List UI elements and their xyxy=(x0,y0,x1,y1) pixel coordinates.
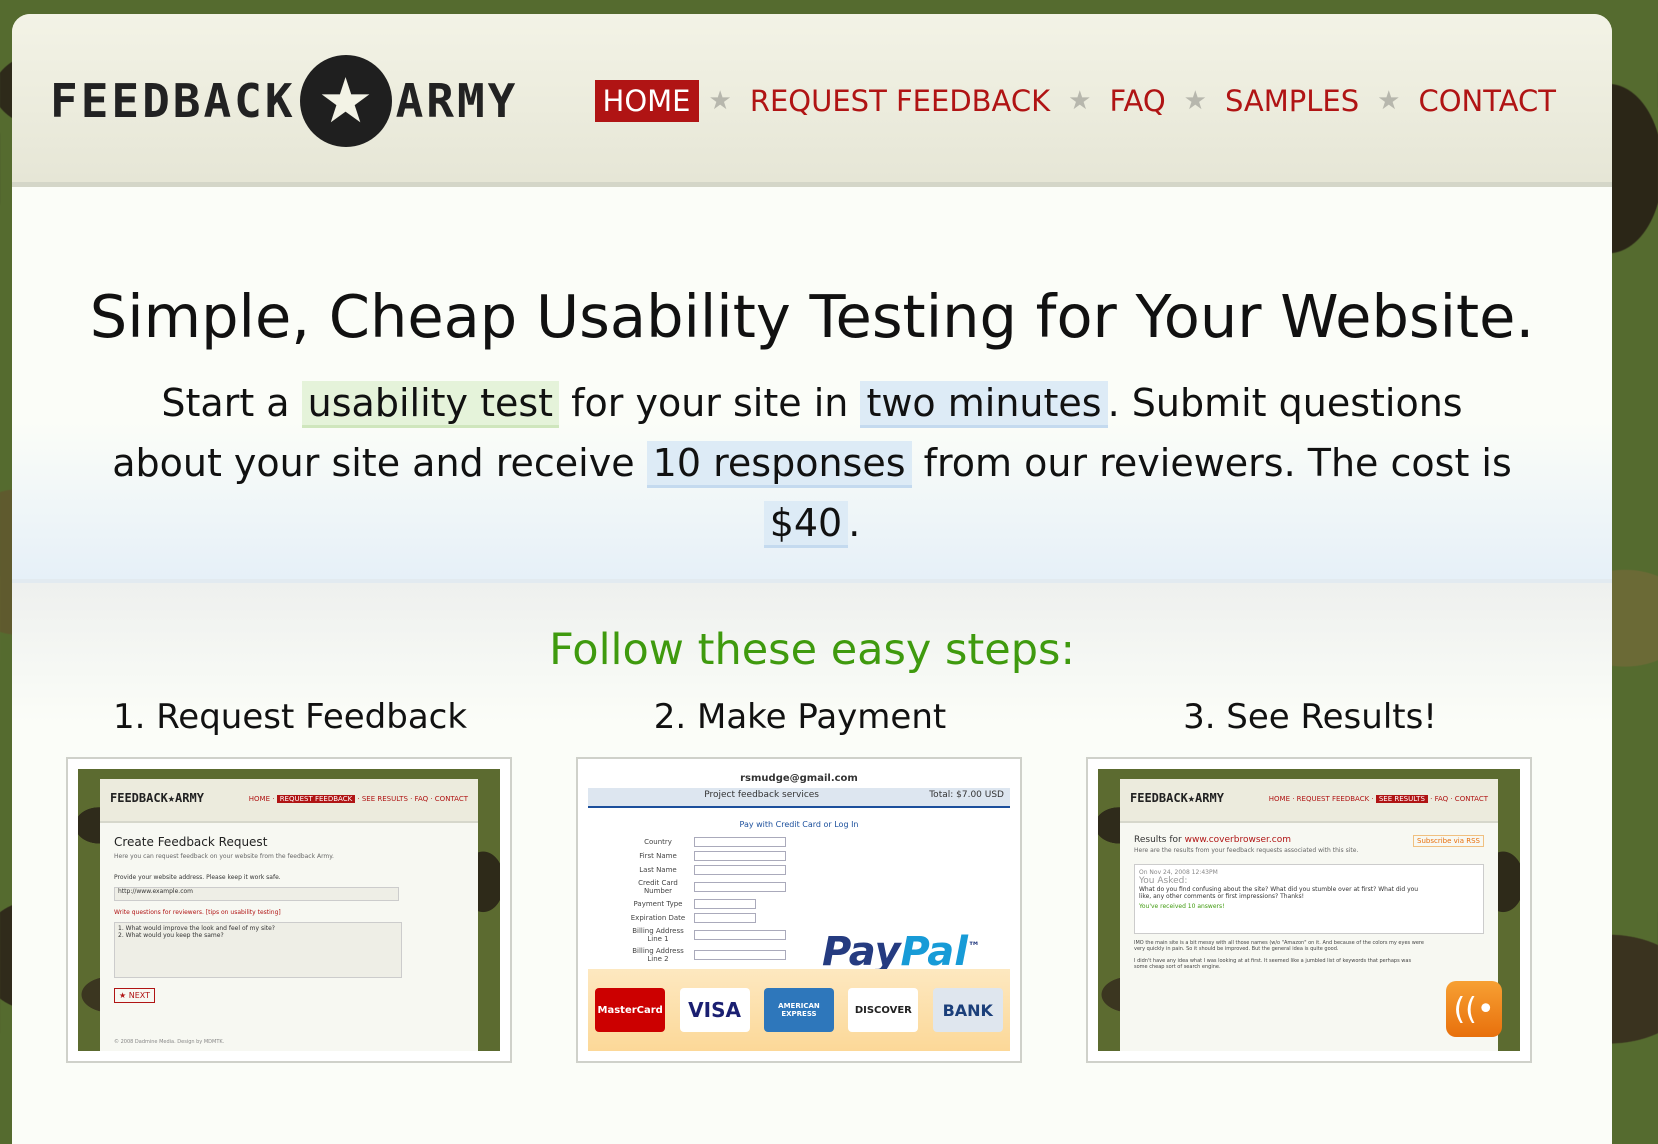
step-request-feedback-thumbnail[interactable]: FEEDBACK★ARMY HOME · REQUEST FEEDBACK · … xyxy=(66,757,512,1063)
nav-samples-link[interactable]: SAMPLES xyxy=(1217,80,1367,122)
steps-row: 1. Request Feedback FEEDBACK★ARMY HOME ·… xyxy=(12,697,1612,1063)
nav-separator-star-icon: ★ xyxy=(1183,86,1207,116)
step-make-payment-thumbnail[interactable]: rsmudge@gmail.com Project feedback servi… xyxy=(576,757,1022,1063)
screenshot-see-results: FEEDBACK★ARMY HOME · REQUEST FEEDBACK · … xyxy=(1098,769,1520,1051)
step-request-feedback: 1. Request Feedback FEEDBACK★ARMY HOME ·… xyxy=(66,697,514,1063)
step-title: 1. Request Feedback xyxy=(112,697,468,737)
mini-logo: FEEDBACK★ARMY xyxy=(1130,791,1224,805)
hero-title: Simple, Cheap Usability Testing for Your… xyxy=(89,282,1535,351)
site-header: FEEDBACK ★ ARMY HOME ★ REQUEST FEEDBACK … xyxy=(12,14,1612,187)
mini-logo: FEEDBACK★ARMY xyxy=(110,791,204,805)
usability-test-link[interactable]: usability test xyxy=(301,381,560,428)
nav-separator-star-icon: ★ xyxy=(708,86,732,116)
logo-text-right: ARMY xyxy=(395,74,519,128)
visa-icon: VISA xyxy=(679,988,750,1032)
mastercard-icon: MasterCard xyxy=(595,988,666,1032)
step-make-payment: 2. Make Payment rsmudge@gmail.com Projec… xyxy=(576,697,1024,1063)
screenshot-request-feedback: FEEDBACK★ARMY HOME · REQUEST FEEDBACK · … xyxy=(78,769,500,1051)
steps-section: Follow these easy steps: 1. Request Feed… xyxy=(12,583,1612,1144)
nav-home-link[interactable]: HOME xyxy=(594,80,699,122)
logo-text-left: FEEDBACK xyxy=(50,74,296,128)
discover-icon: DISCOVER xyxy=(848,988,919,1032)
bank-icon: BANK xyxy=(932,988,1003,1032)
main-nav: HOME ★ REQUEST FEEDBACK ★ FAQ ★ SAMPLES … xyxy=(594,80,1564,122)
nav-separator-star-icon: ★ xyxy=(1377,86,1401,116)
screenshot-make-payment: rsmudge@gmail.com Project feedback servi… xyxy=(588,769,1010,1051)
step-title: 2. Make Payment xyxy=(653,697,947,737)
ten-responses-highlight: 10 responses xyxy=(646,441,912,488)
step-see-results: 3. See Results! FEEDBACK★ARMY HOME · REQ… xyxy=(1086,697,1534,1063)
hero-section: Simple, Cheap Usability Testing for Your… xyxy=(12,187,1612,583)
star-icon: ★ xyxy=(299,55,392,147)
mini-next-button: ★ NEXT xyxy=(114,988,155,1003)
mini-nav: HOME · REQUEST FEEDBACK · SEE RESULTS · … xyxy=(1268,795,1488,803)
nav-request-feedback-link[interactable]: REQUEST FEEDBACK xyxy=(742,80,1058,122)
nav-separator-star-icon: ★ xyxy=(1068,86,1092,116)
page-container: FEEDBACK ★ ARMY HOME ★ REQUEST FEEDBACK … xyxy=(12,14,1612,1144)
price-highlight: $40 xyxy=(763,501,849,548)
payment-cards: MasterCard VISA AMERICAN EXPRESS DISCOVE… xyxy=(588,969,1010,1051)
mini-nav: HOME · REQUEST FEEDBACK · SEE RESULTS · … xyxy=(248,795,468,803)
nav-contact-link[interactable]: CONTACT xyxy=(1410,80,1564,122)
hero-description: Start a usability test for your site in … xyxy=(102,373,1522,553)
amex-icon: AMERICAN EXPRESS xyxy=(763,988,834,1032)
step-title: 3. See Results! xyxy=(1183,697,1437,737)
nav-faq-link[interactable]: FAQ xyxy=(1101,80,1173,122)
rss-icon: ((• xyxy=(1446,981,1502,1037)
steps-heading: Follow these easy steps: xyxy=(549,625,1075,675)
step-see-results-thumbnail[interactable]: FEEDBACK★ARMY HOME · REQUEST FEEDBACK · … xyxy=(1086,757,1532,1063)
mini-heading: Create Feedback Request xyxy=(114,835,268,849)
feedback-army-logo[interactable]: FEEDBACK ★ ARMY xyxy=(50,55,530,147)
two-minutes-highlight: two minutes xyxy=(860,381,1108,428)
